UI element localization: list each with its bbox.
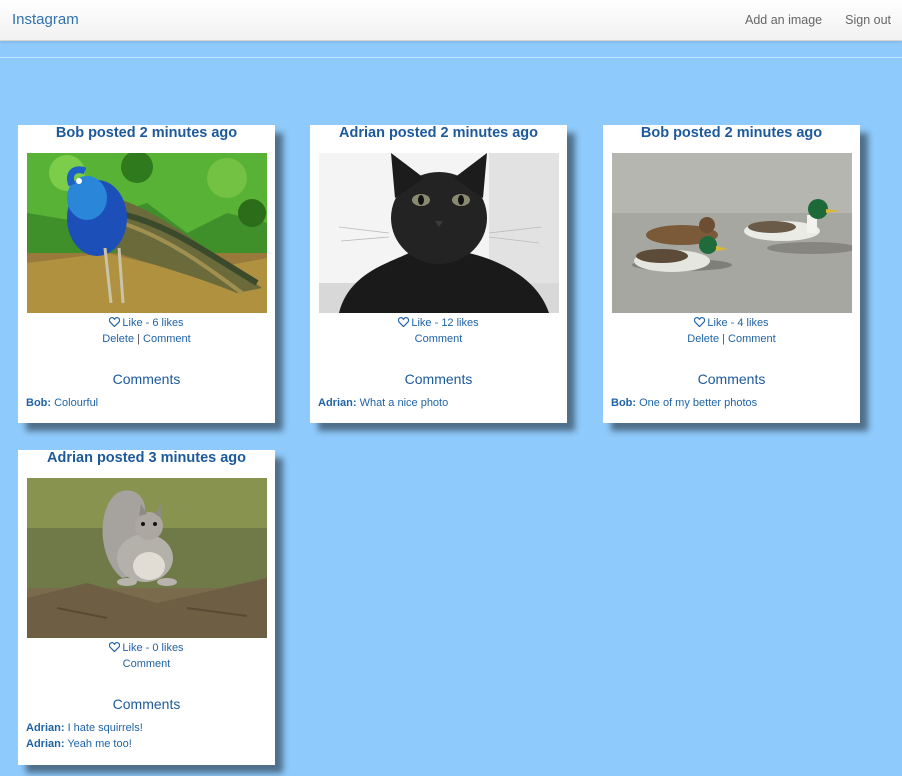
like-button[interactable]: Like - 4 likes	[603, 315, 860, 331]
comments-heading: Comments	[112, 696, 181, 712]
comment-link[interactable]: Comment	[143, 333, 191, 345]
comment-text: What a nice photo	[359, 397, 449, 409]
sign-out-link[interactable]: Sign out	[845, 13, 891, 27]
post-title: Adrian posted 3 minutes ago	[47, 450, 246, 466]
comment-item: Adrian: What a nice photo	[310, 395, 567, 411]
like-button[interactable]: Like - 0 likes	[18, 640, 275, 656]
comments-heading: Comments	[112, 371, 181, 387]
like-count-label: Like - 12 likes	[411, 317, 479, 329]
comment-text: I hate squirrels!	[67, 722, 143, 734]
action-separator: |	[137, 333, 140, 345]
heart-outline-icon	[109, 641, 121, 657]
post-actions: Delete | Comment	[18, 331, 275, 347]
comment-item: Bob: Colourful	[18, 395, 275, 411]
comments-heading: Comments	[697, 371, 766, 387]
comment-link[interactable]: Comment	[123, 658, 171, 670]
comment-link[interactable]: Comment	[728, 333, 776, 345]
heart-outline-icon	[398, 316, 410, 332]
like-count-label: Like - 6 likes	[122, 317, 184, 329]
post-card: Adrian posted 3 minutes ago Like - 0 lik…	[18, 450, 275, 765]
like-count-label: Like - 0 likes	[122, 642, 184, 654]
comment-author: Adrian:	[26, 722, 65, 734]
post-photo-ducks	[611, 153, 852, 313]
comment-link[interactable]: Comment	[415, 333, 463, 345]
post-card: Bob posted 2 minutes ago Like - 4 likes …	[603, 125, 860, 423]
post-title: Bob posted 2 minutes ago	[640, 125, 823, 141]
post-title: Adrian posted 2 minutes ago	[339, 125, 538, 141]
post-card: Bob posted 2 minutes ago Like - 6 likes	[18, 125, 275, 423]
page-divider	[0, 57, 902, 58]
add-image-link[interactable]: Add an image	[745, 13, 822, 27]
post-actions: Comment	[18, 656, 275, 672]
post-card: Adrian posted 2 minutes ago Like - 12 li…	[310, 125, 567, 423]
comment-author: Adrian:	[318, 397, 357, 409]
heart-outline-icon	[109, 316, 121, 332]
action-separator: |	[722, 333, 725, 345]
comment-item: Adrian: I hate squirrels!	[18, 720, 275, 736]
top-navbar: Instagram Add an image Sign out	[0, 0, 902, 41]
nav-links: Add an image Sign out	[745, 13, 891, 27]
heart-outline-icon	[694, 316, 706, 332]
comment-author: Bob:	[26, 397, 52, 409]
like-count-label: Like - 4 likes	[707, 317, 769, 329]
brand-link[interactable]: Instagram	[12, 11, 79, 28]
comment-text: One of my better photos	[639, 397, 758, 409]
post-actions: Delete | Comment	[603, 331, 860, 347]
like-button[interactable]: Like - 6 likes	[18, 315, 275, 331]
post-actions: Comment	[310, 331, 567, 347]
post-title: Bob posted 2 minutes ago	[55, 125, 238, 141]
comment-author: Adrian:	[26, 738, 65, 750]
delete-link[interactable]: Delete	[687, 333, 719, 345]
comment-item: Bob: One of my better photos	[603, 395, 860, 411]
comment-text: Colourful	[54, 397, 99, 409]
comment-text: Yeah me too!	[67, 738, 132, 750]
comments-heading: Comments	[404, 371, 473, 387]
comment-author: Bob:	[611, 397, 637, 409]
post-photo-peacock	[26, 153, 267, 313]
post-photo-black-cat	[318, 153, 559, 313]
comment-item: Adrian: Yeah me too!	[18, 736, 275, 752]
post-photo-squirrel	[26, 478, 267, 638]
delete-link[interactable]: Delete	[102, 333, 134, 345]
like-button[interactable]: Like - 12 likes	[310, 315, 567, 331]
